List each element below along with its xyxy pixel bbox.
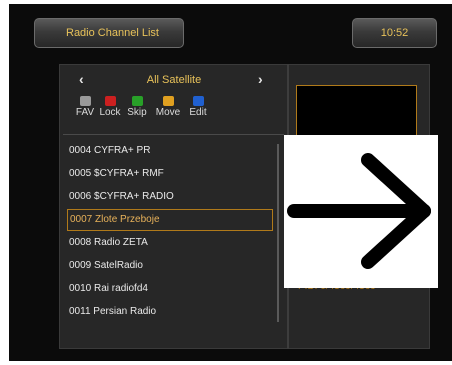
- tv-screen: Radio Channel List 10:52 ‹ All Satellite…: [9, 4, 452, 361]
- overlay-panel: [284, 135, 438, 288]
- title-bar: Radio Channel List: [34, 18, 184, 48]
- color-key-icon: [131, 96, 143, 106]
- chevron-left-icon[interactable]: ‹: [79, 71, 84, 87]
- fn-key-edit[interactable]: Edit: [178, 96, 218, 118]
- clock-time: 10:52: [380, 27, 409, 39]
- page-title: Radio Channel List: [66, 27, 159, 39]
- channel-row[interactable]: 0006 $CYFRA+ RADIO: [67, 186, 273, 208]
- channel-row[interactable]: 0009 SatelRadio: [67, 255, 273, 277]
- fn-key-label: Edit: [189, 107, 207, 118]
- channel-row-selected[interactable]: 0007 Zlote Przeboje: [67, 209, 273, 231]
- satellite-selector[interactable]: All Satellite: [104, 74, 244, 86]
- channel-row[interactable]: 0011 Persian Radio: [67, 301, 273, 323]
- channel-row[interactable]: 0008 Radio ZETA: [67, 232, 273, 254]
- color-key-icon: [104, 96, 116, 106]
- clock-display: 10:52: [352, 18, 437, 48]
- arrow-right-icon: [287, 153, 431, 269]
- color-key-icon: [79, 96, 91, 106]
- scrollbar[interactable]: [277, 144, 279, 322]
- channel-row[interactable]: 0010 Rai radiofd4: [67, 278, 273, 300]
- color-key-icon: [162, 96, 174, 106]
- chevron-right-icon[interactable]: ›: [258, 71, 263, 87]
- channel-row[interactable]: 0004 CYFRA+ PR: [67, 140, 273, 162]
- color-key-icon: [192, 96, 204, 106]
- list-separator: [63, 134, 284, 135]
- channel-row[interactable]: 0005 $CYFRA+ RMF: [67, 163, 273, 185]
